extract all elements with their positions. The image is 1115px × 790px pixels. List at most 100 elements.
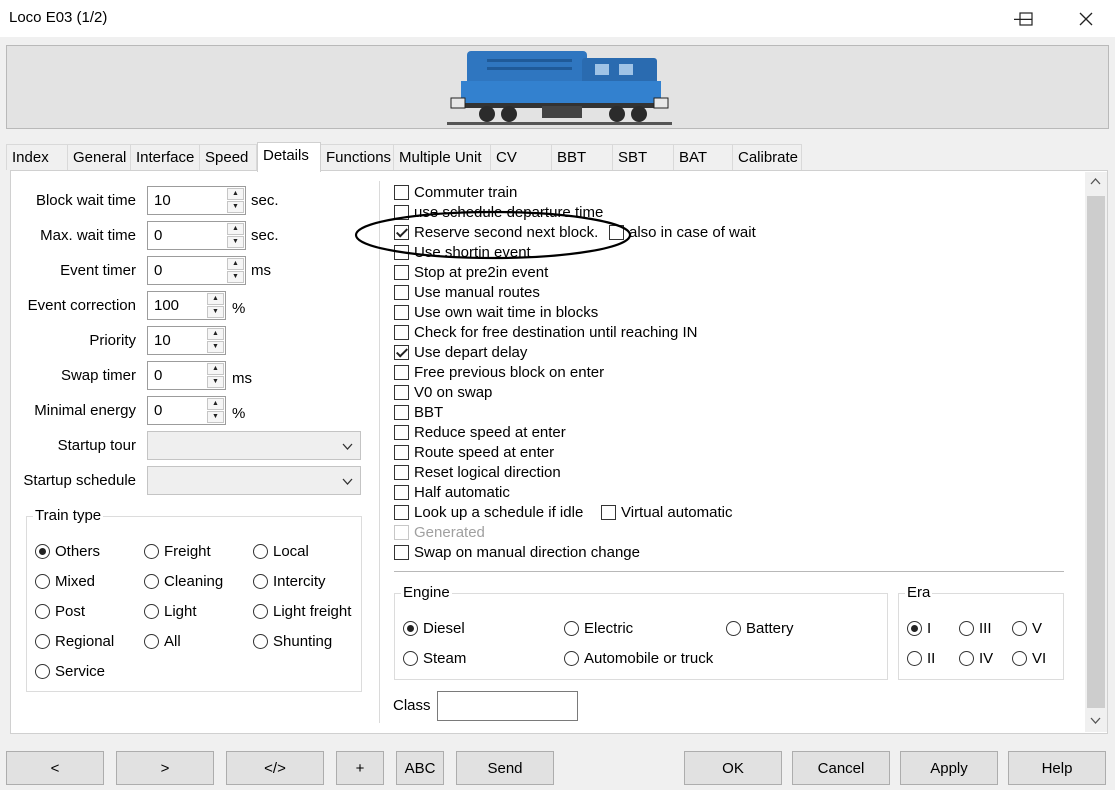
- radio-era-i[interactable]: I: [907, 619, 931, 637]
- spin-up-icon[interactable]: ▲: [207, 363, 224, 375]
- vertical-scrollbar[interactable]: [1085, 172, 1107, 732]
- checkbox-stop-at-pre2in-event[interactable]: Stop at pre2in event: [394, 263, 548, 281]
- checkbox-bbt[interactable]: BBT: [394, 403, 443, 421]
- radio-intercity[interactable]: Intercity: [253, 572, 326, 590]
- checkbox-virtual-automatic[interactable]: Virtual automatic: [601, 503, 732, 521]
- tab-interface[interactable]: Interface: [130, 144, 200, 170]
- maximize-icon[interactable]: [998, 0, 1054, 37]
- radio-freight[interactable]: Freight: [144, 542, 211, 560]
- radio-post[interactable]: Post: [35, 602, 85, 620]
- scroll-up-icon[interactable]: [1090, 176, 1101, 188]
- tab-cv[interactable]: CV: [490, 144, 552, 170]
- engine-group: Engine Diesel Electric Battery Steam Aut…: [394, 584, 888, 680]
- spin-up-icon[interactable]: ▲: [227, 188, 244, 200]
- radio-battery[interactable]: Battery: [726, 619, 794, 637]
- event-timer-spinner[interactable]: 0 ▲ ▼: [147, 256, 246, 285]
- ok-button[interactable]: OK: [684, 751, 782, 785]
- tab-bbt[interactable]: BBT: [551, 144, 613, 170]
- xml-button[interactable]: </>: [226, 751, 324, 785]
- next-button[interactable]: >: [116, 751, 214, 785]
- radio-era-iii[interactable]: III: [959, 619, 992, 637]
- checkbox-reset-logical-direction[interactable]: Reset logical direction: [394, 463, 561, 481]
- cancel-button[interactable]: Cancel: [792, 751, 890, 785]
- previous-button[interactable]: <: [6, 751, 104, 785]
- tab-speed[interactable]: Speed: [199, 144, 257, 170]
- scroll-down-icon[interactable]: [1090, 716, 1101, 728]
- tab-multiple-unit[interactable]: Multiple Unit: [393, 144, 491, 170]
- priority-spinner[interactable]: 10 ▲ ▼: [147, 326, 226, 355]
- close-icon[interactable]: [1058, 0, 1114, 37]
- train-type-group: Train type Others Freight Local Mixed Cl…: [26, 507, 362, 692]
- checkbox-look-up-a-schedule-if-idle[interactable]: Look up a schedule if idle: [394, 503, 583, 521]
- spin-down-icon[interactable]: ▼: [207, 341, 224, 353]
- help-button[interactable]: Help: [1008, 751, 1106, 785]
- max-wait-time-spinner[interactable]: 0 ▲ ▼: [147, 221, 246, 250]
- radio-automobile-or-truck[interactable]: Automobile or truck: [564, 649, 713, 667]
- spin-down-icon[interactable]: ▼: [207, 306, 224, 318]
- radio-all[interactable]: All: [144, 632, 181, 650]
- spin-down-icon[interactable]: ▼: [207, 411, 224, 423]
- apply-button[interactable]: Apply: [900, 751, 998, 785]
- minimal-energy-spinner[interactable]: 0 ▲ ▼: [147, 396, 226, 425]
- radio-electric[interactable]: Electric: [564, 619, 633, 637]
- radio-others[interactable]: Others: [35, 542, 100, 560]
- radio-shunting[interactable]: Shunting: [253, 632, 332, 650]
- startup-tour-select[interactable]: [147, 431, 361, 460]
- radio-light-freight[interactable]: Light freight: [253, 602, 351, 620]
- class-input[interactable]: [437, 691, 578, 721]
- radio-era-iv[interactable]: IV: [959, 649, 993, 667]
- checkbox-route-speed-at-enter[interactable]: Route speed at enter: [394, 443, 554, 461]
- spin-down-icon[interactable]: ▼: [227, 201, 244, 213]
- event-correction-spinner[interactable]: 100 ▲ ▼: [147, 291, 226, 320]
- checkbox-check-for-free-destination[interactable]: Check for free destination until reachin…: [394, 323, 697, 341]
- tab-functions[interactable]: Functions: [320, 144, 394, 170]
- spin-up-icon[interactable]: ▲: [227, 258, 244, 270]
- spin-up-icon[interactable]: ▲: [227, 223, 244, 235]
- checkbox-v0-on-swap[interactable]: V0 on swap: [394, 383, 492, 401]
- block-wait-time-label: Block wait time: [35, 192, 136, 209]
- tab-sbt[interactable]: SBT: [612, 144, 674, 170]
- radio-service[interactable]: Service: [35, 662, 105, 680]
- spin-up-icon[interactable]: ▲: [207, 328, 224, 340]
- spin-down-icon[interactable]: ▼: [207, 376, 224, 388]
- tab-general[interactable]: General: [67, 144, 131, 170]
- checkbox-use-manual-routes[interactable]: Use manual routes: [394, 283, 540, 301]
- radio-era-v[interactable]: V: [1012, 619, 1042, 637]
- checkbox-swap-on-manual-direction-change[interactable]: Swap on manual direction change: [394, 543, 640, 561]
- send-button[interactable]: Send: [456, 751, 554, 785]
- checkbox-half-automatic[interactable]: Half automatic: [394, 483, 510, 501]
- max-wait-time-label: Max. wait time: [40, 227, 136, 244]
- radio-regional[interactable]: Regional: [35, 632, 114, 650]
- spin-down-icon[interactable]: ▼: [227, 271, 244, 283]
- spin-up-icon[interactable]: ▲: [207, 398, 224, 410]
- checkbox-use-own-wait-time-in-blocks[interactable]: Use own wait time in blocks: [394, 303, 598, 321]
- era-group: Era I III V II IV VI: [898, 584, 1064, 680]
- event-correction-value: 100: [154, 297, 180, 314]
- radio-diesel[interactable]: Diesel: [403, 619, 465, 637]
- abc-button[interactable]: ABC: [396, 751, 444, 785]
- checkbox-use-depart-delay[interactable]: Use depart delay: [394, 343, 527, 361]
- radio-cleaning[interactable]: Cleaning: [144, 572, 223, 590]
- block-wait-time-spinner[interactable]: 10 ▲ ▼: [147, 186, 246, 215]
- tab-calibrate[interactable]: Calibrate: [732, 144, 802, 170]
- radio-mixed[interactable]: Mixed: [35, 572, 95, 590]
- radio-light[interactable]: Light: [144, 602, 197, 620]
- minimal-energy-label: Minimal energy: [34, 402, 136, 419]
- swap-timer-spinner[interactable]: 0 ▲ ▼: [147, 361, 226, 390]
- tab-index[interactable]: Index: [6, 144, 68, 170]
- checkbox-reduce-speed-at-enter[interactable]: Reduce speed at enter: [394, 423, 566, 441]
- radio-era-vi[interactable]: VI: [1012, 649, 1046, 667]
- radio-local[interactable]: Local: [253, 542, 309, 560]
- scrollbar-thumb[interactable]: [1087, 196, 1105, 708]
- spin-down-icon[interactable]: ▼: [227, 236, 244, 248]
- tab-bat[interactable]: BAT: [673, 144, 733, 170]
- radio-steam[interactable]: Steam: [403, 649, 466, 667]
- priority-label: Priority: [89, 332, 136, 349]
- radio-era-ii[interactable]: II: [907, 649, 935, 667]
- tab-details[interactable]: Details: [257, 142, 321, 172]
- add-button[interactable]: +: [336, 751, 384, 785]
- startup-schedule-select[interactable]: [147, 466, 361, 495]
- checkbox-free-previous-block-on-enter[interactable]: Free previous block on enter: [394, 363, 604, 381]
- checkbox-commuter-train[interactable]: Commuter train: [394, 183, 517, 201]
- spin-up-icon[interactable]: ▲: [207, 293, 224, 305]
